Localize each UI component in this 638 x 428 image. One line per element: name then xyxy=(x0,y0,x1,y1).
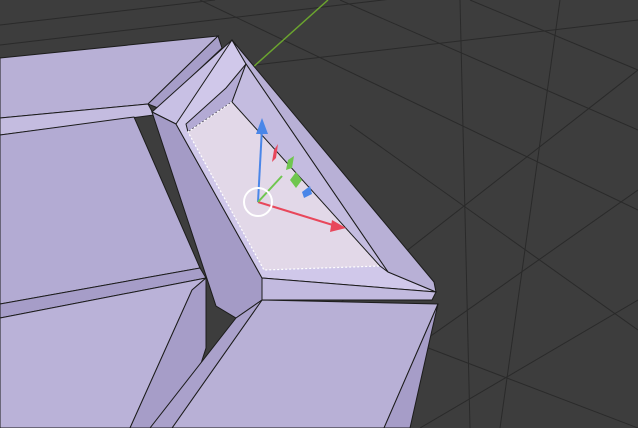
3d-viewport[interactable] xyxy=(0,0,638,428)
viewport-canvas[interactable] xyxy=(0,0,638,428)
